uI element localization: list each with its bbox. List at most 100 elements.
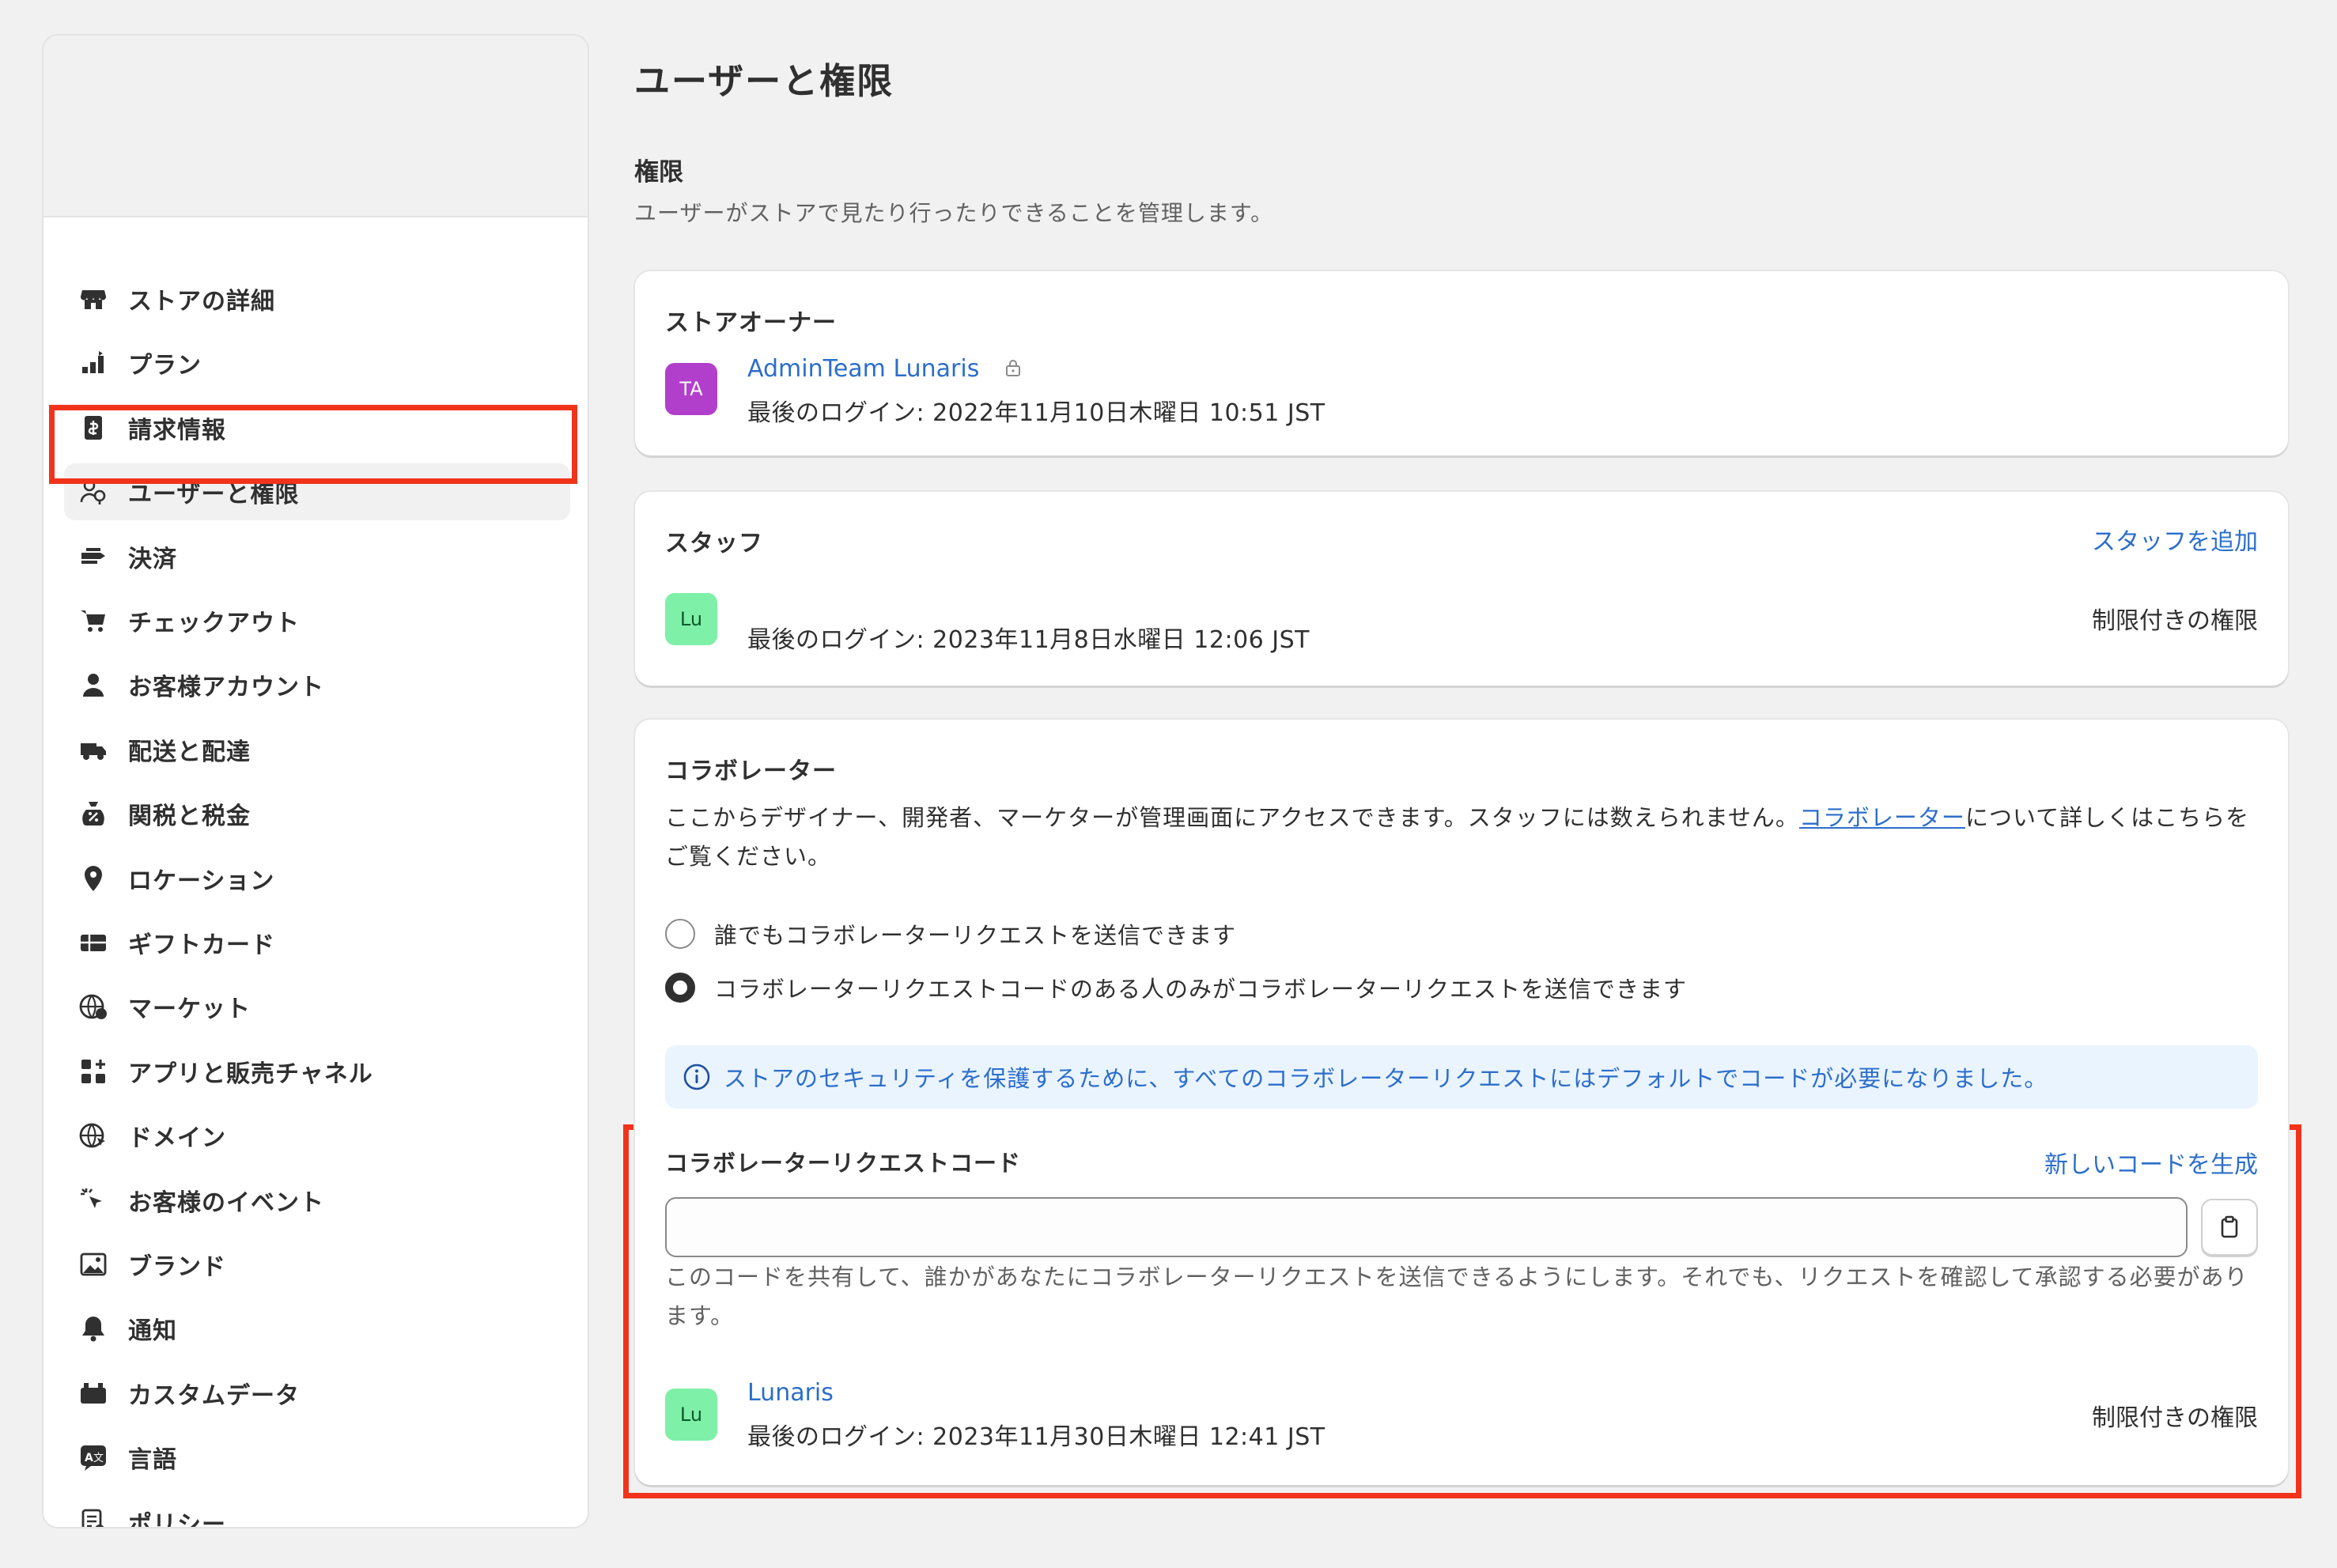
- collaborator-last-login: 最後のログイン: 2023年11月30日木曜日 12:41 JST: [747, 1423, 1325, 1451]
- sidebar-item-users-permissions[interactable]: ユーザーと権限: [64, 463, 570, 521]
- request-code-input[interactable]: [665, 1197, 2188, 1257]
- payments-icon: [76, 539, 111, 574]
- sidebar-item-label: ポリシー: [128, 1510, 226, 1528]
- sidebar-item-label: ギフトカード: [128, 931, 275, 959]
- security-info-text: ストアのセキュリティを保護するために、すべてのコラボレーターリクエストにはデフォ…: [724, 1065, 2048, 1092]
- svg-text:文: 文: [93, 1453, 104, 1464]
- truck-icon: [76, 732, 111, 767]
- staff-last-login: 最後のログイン: 2023年11月8日水曜日 12:06 JST: [747, 626, 1310, 654]
- collaborators-title: コラボレーター: [665, 758, 837, 785]
- sidebar-item-label: お客様アカウント: [128, 674, 324, 702]
- sidebar-item-billing[interactable]: 請求情報: [64, 399, 570, 456]
- sidebar-item-label: マーケット: [128, 996, 251, 1024]
- sidebar-item-policy[interactable]: ポリシー: [64, 1494, 570, 1528]
- generate-new-code-link[interactable]: 新しいコードを生成: [2044, 1145, 2258, 1180]
- cursor-click-icon: [76, 1183, 111, 1218]
- sidebar-item-label: ストアの詳細: [128, 288, 275, 315]
- sidebar-item-label: カスタムデータ: [128, 1381, 300, 1410]
- collaborator-permission-label: 制限付きの権限: [2092, 1404, 2258, 1432]
- translate-icon: A文: [76, 1440, 111, 1475]
- staff-card: スタッフ スタッフを追加 Lu 最後のログイン: 2023年11月8日水曜日 1…: [635, 492, 2288, 686]
- sidebar-item-tax-bag[interactable]: 関税と税金: [64, 785, 570, 842]
- brand-image-icon: [76, 1247, 111, 1282]
- owner-name-link[interactable]: AdminTeam Lunaris: [747, 355, 979, 383]
- globe-domain-icon: [76, 1118, 111, 1153]
- sidebar-item-brand-image[interactable]: ブランド: [64, 1236, 570, 1293]
- staff-avatar: Lu: [665, 593, 717, 645]
- sidebar-item-label: アプリと販売チャネル: [128, 1060, 373, 1088]
- clipboard-icon: [2217, 1215, 2242, 1240]
- page-title: ユーザーと権限: [634, 60, 894, 102]
- sidebar-item-label: ロケーション: [128, 867, 275, 895]
- users-permissions-icon: [76, 474, 111, 509]
- sidebar-item-label: 通知: [128, 1317, 177, 1346]
- radio-anyone-button[interactable]: [665, 919, 695, 949]
- sidebar-item-plan[interactable]: プラン: [64, 334, 570, 391]
- sidebar-item-label: 請求情報: [128, 416, 226, 444]
- sidebar-item-location-pin[interactable]: ロケーション: [64, 850, 570, 907]
- apps-icon: [76, 1054, 111, 1089]
- security-info-banner: ストアのセキュリティを保護するために、すべてのコラボレーターリクエストにはデフォ…: [665, 1045, 2258, 1109]
- request-code-help: このコードを共有して、誰かがあなたにコラボレーターリクエストを送信できるようにし…: [665, 1264, 2248, 1329]
- request-code-title: コラボレーターリクエストコード: [665, 1150, 1022, 1177]
- sidebar-item-label: お客様のイベント: [128, 1188, 324, 1217]
- store-owner-card: ストアオーナー TA AdminTeam Lunaris 最後のログイン: 20…: [635, 271, 2288, 455]
- staff-permission-label: 制限付きの権限: [2092, 607, 2258, 635]
- owner-last-login: 最後のログイン: 2022年11月10日木曜日 10:51 JST: [747, 399, 1325, 427]
- sidebar-item-gift-card[interactable]: ギフトカード: [64, 914, 570, 971]
- location-pin-icon: [76, 861, 111, 896]
- sidebar-item-globe-domain[interactable]: ドメイン: [64, 1107, 570, 1164]
- sidebar-item-label: ブランド: [128, 1253, 226, 1281]
- sidebar-item-truck[interactable]: 配送と配達: [64, 721, 570, 778]
- tax-bag-icon: [76, 796, 111, 831]
- sidebar-item-label: 決済: [128, 545, 177, 573]
- sidebar-item-label: プラン: [128, 352, 202, 380]
- collaborators-description: ここからデザイナー、開発者、マーケターが管理画面にアクセスできます。スタッフには…: [665, 804, 2250, 870]
- collaborators-card: コラボレーター ここからデザイナー、開発者、マーケターが管理画面にアクセスできま…: [635, 720, 2288, 1485]
- gift-card-icon: [76, 925, 111, 960]
- sidebar-item-apps[interactable]: アプリと販売チャネル: [64, 1043, 570, 1100]
- lock-icon: [1004, 358, 1022, 377]
- radio-code-only-button[interactable]: [665, 973, 695, 1003]
- policy-icon: [76, 1505, 111, 1527]
- sidebar-item-globe-market[interactable]: マーケット: [64, 978, 570, 1035]
- billing-icon: [76, 410, 111, 445]
- copy-code-button[interactable]: [2201, 1199, 2258, 1256]
- sidebar-item-label: 言語: [128, 1446, 177, 1475]
- info-icon: [683, 1063, 711, 1091]
- sidebar-item-label: ユーザーと権限: [128, 481, 300, 509]
- radio-anyone-can-request[interactable]: 誰でもコラボレーターリクエストを送信できます: [665, 917, 1236, 950]
- svg-text:A: A: [85, 1452, 93, 1464]
- sidebar-item-cursor-click[interactable]: お客様のイベント: [64, 1172, 570, 1229]
- section-description: ユーザーがストアで見たり行ったりできることを管理します。: [634, 200, 1274, 226]
- owner-avatar: TA: [665, 363, 717, 415]
- sidebar-item-translate[interactable]: A 文言語: [64, 1429, 570, 1486]
- sidebar-item-label: ドメイン: [128, 1124, 226, 1153]
- radio-code-only-label: コラボレーターリクエストコードのある人のみがコラボレーターリクエストを送信できま…: [714, 976, 1688, 1003]
- sidebar-item-label: チェックアウト: [128, 610, 300, 637]
- bell-icon: [76, 1311, 111, 1346]
- sidebar-item-bell[interactable]: 通知: [64, 1300, 570, 1357]
- radio-anyone-label: 誰でもコラボレーターリクエストを送信できます: [714, 922, 1237, 949]
- collaborators-learn-more-link[interactable]: コラボレーター: [1799, 804, 1965, 831]
- person-icon: [76, 667, 111, 702]
- staff-title: スタッフ: [665, 530, 763, 557]
- radio-code-only[interactable]: コラボレーターリクエストコードのある人のみがコラボレーターリクエストを送信できま…: [665, 971, 1687, 1004]
- settings-sidebar: ストアの詳細 プラン請求情報ユーザーと権限 決済チェックアウト お客様アカウント 配送と…: [42, 34, 589, 1528]
- store-icon: [76, 281, 111, 316]
- custom-data-icon: [76, 1376, 111, 1411]
- cart-icon: [76, 603, 111, 638]
- collaborator-name-link[interactable]: Lunaris: [747, 1379, 834, 1407]
- sidebar-header: [43, 36, 588, 217]
- section-title: 権限: [634, 158, 683, 187]
- sidebar-item-person[interactable]: お客様アカウント: [64, 656, 570, 713]
- sidebar-item-custom-data[interactable]: カスタムデータ: [64, 1365, 570, 1422]
- sidebar-item-payments[interactable]: 決済: [64, 528, 570, 585]
- store-owner-title: ストアオーナー: [665, 309, 837, 337]
- sidebar-item-label: 配送と配達: [128, 738, 251, 766]
- sidebar-item-store[interactable]: ストアの詳細: [64, 270, 570, 327]
- add-staff-link[interactable]: スタッフを追加: [2092, 522, 2258, 557]
- sidebar-item-cart[interactable]: チェックアウト: [64, 592, 570, 649]
- globe-market-icon: [76, 989, 111, 1024]
- plan-icon: [76, 346, 111, 380]
